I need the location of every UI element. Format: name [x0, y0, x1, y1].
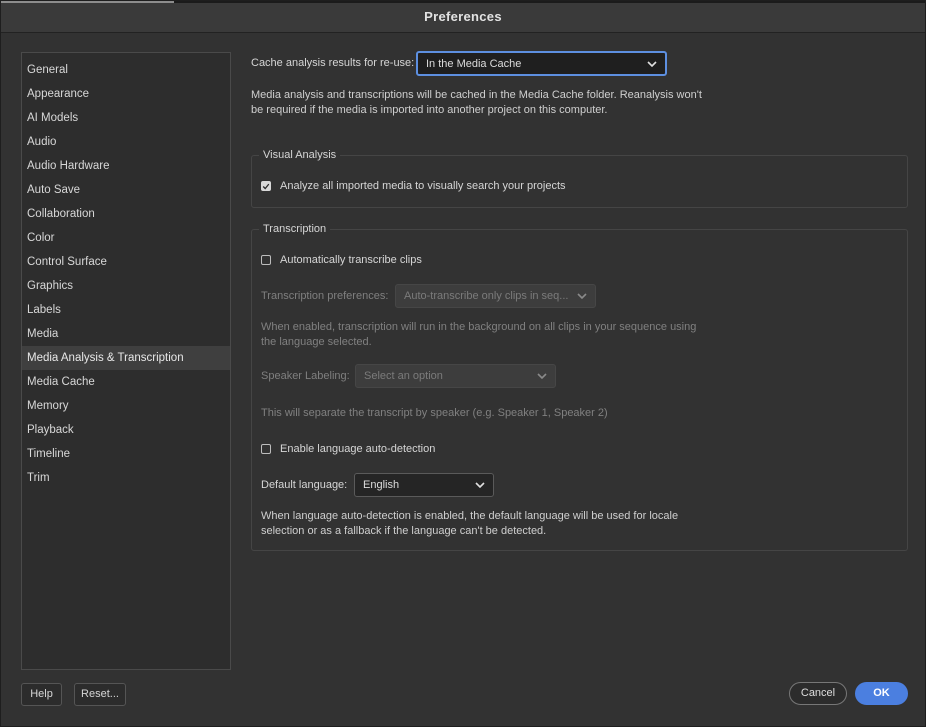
category-list: General Appearance AI Models Audio Audio… — [21, 52, 231, 670]
cache-desc-line-2: be required if the media is imported int… — [251, 104, 608, 116]
analyze-media-checkbox[interactable] — [261, 181, 271, 191]
sidebar-item-appearance[interactable]: Appearance — [22, 82, 230, 106]
speaker-labeling-label: Speaker Labeling: — [261, 370, 350, 382]
visual-analysis-row: Analyze all imported media to visually s… — [261, 180, 566, 192]
top-strip-highlight — [1, 1, 174, 3]
sidebar-item-graphics[interactable]: Graphics — [22, 274, 230, 298]
cache-description: Media analysis and transcriptions will b… — [251, 88, 771, 118]
transcription-title: Transcription — [259, 223, 331, 235]
chevron-down-icon — [475, 482, 485, 488]
sidebar-item-trim[interactable]: Trim — [22, 466, 230, 490]
title-bar: Preferences — [1, 1, 925, 33]
sidebar-item-color[interactable]: Color — [22, 226, 230, 250]
sidebar-item-auto-save[interactable]: Auto Save — [22, 178, 230, 202]
sidebar-item-audio[interactable]: Audio — [22, 130, 230, 154]
chevron-down-icon — [577, 293, 587, 299]
sidebar-item-media[interactable]: Media — [22, 322, 230, 346]
checkmark-icon — [262, 183, 270, 189]
lang-desc-line-1: When language auto-detection is enabled,… — [261, 510, 679, 522]
prefs-desc-line-1: When enabled, transcription will run in … — [261, 321, 697, 333]
visual-analysis-title: Visual Analysis — [259, 149, 341, 161]
window-title: Preferences — [424, 9, 502, 24]
sidebar-item-collaboration[interactable]: Collaboration — [22, 202, 230, 226]
preferences-window: Preferences General Appearance AI Models… — [0, 0, 926, 727]
sidebar-item-control-surface[interactable]: Control Surface — [22, 250, 230, 274]
transcription-prefs-value: Auto-transcribe only clips in seq... — [404, 290, 569, 302]
auto-transcribe-row: Automatically transcribe clips — [261, 254, 422, 266]
language-description: When language auto-detection is enabled,… — [261, 509, 781, 539]
transcription-prefs-dropdown[interactable]: Auto-transcribe only clips in seq... — [395, 284, 596, 308]
chevron-down-icon — [647, 60, 657, 67]
sidebar-item-audio-hardware[interactable]: Audio Hardware — [22, 154, 230, 178]
cache-location-value: In the Media Cache — [426, 57, 522, 70]
auto-transcribe-checkbox[interactable] — [261, 255, 271, 265]
cache-desc-line-1: Media analysis and transcriptions will b… — [251, 89, 702, 101]
default-language-dropdown[interactable]: English — [354, 473, 494, 497]
sidebar-item-labels[interactable]: Labels — [22, 298, 230, 322]
sidebar-item-memory[interactable]: Memory — [22, 394, 230, 418]
auto-transcribe-label: Automatically transcribe clips — [280, 254, 422, 266]
sidebar-item-timeline[interactable]: Timeline — [22, 442, 230, 466]
cache-label: Cache analysis results for re-use: — [251, 57, 415, 69]
lang-desc-line-2: selection or as a fallback if the langua… — [261, 525, 547, 537]
cache-location-dropdown[interactable]: In the Media Cache — [416, 51, 667, 76]
chevron-down-icon — [537, 373, 547, 379]
sidebar-item-media-analysis-transcription[interactable]: Media Analysis & Transcription — [22, 346, 230, 370]
speaker-labeling-dropdown[interactable]: Select an option — [355, 364, 556, 388]
transcription-group — [251, 229, 908, 551]
reset-button[interactable]: Reset... — [74, 683, 126, 706]
default-language-label: Default language: — [261, 479, 348, 491]
language-detect-checkbox[interactable] — [261, 444, 271, 454]
ok-button[interactable]: OK — [855, 682, 908, 705]
speaker-labeling-description: This will separate the transcript by spe… — [261, 407, 608, 419]
cancel-button[interactable]: Cancel — [789, 682, 847, 705]
transcription-prefs-label: Transcription preferences: — [261, 290, 389, 302]
transcription-prefs-description: When enabled, transcription will run in … — [261, 320, 781, 350]
sidebar-item-media-cache[interactable]: Media Cache — [22, 370, 230, 394]
speaker-labeling-placeholder: Select an option — [364, 370, 443, 382]
sidebar-item-ai-models[interactable]: AI Models — [22, 106, 230, 130]
help-button[interactable]: Help — [21, 683, 62, 706]
language-detect-label: Enable language auto-detection — [280, 443, 436, 455]
prefs-desc-line-2: the language selected. — [261, 336, 372, 348]
default-language-value: English — [363, 479, 400, 491]
sidebar-item-general[interactable]: General — [22, 58, 230, 82]
analyze-media-label: Analyze all imported media to visually s… — [280, 180, 566, 192]
sidebar-item-playback[interactable]: Playback — [22, 418, 230, 442]
language-detect-row: Enable language auto-detection — [261, 443, 435, 455]
